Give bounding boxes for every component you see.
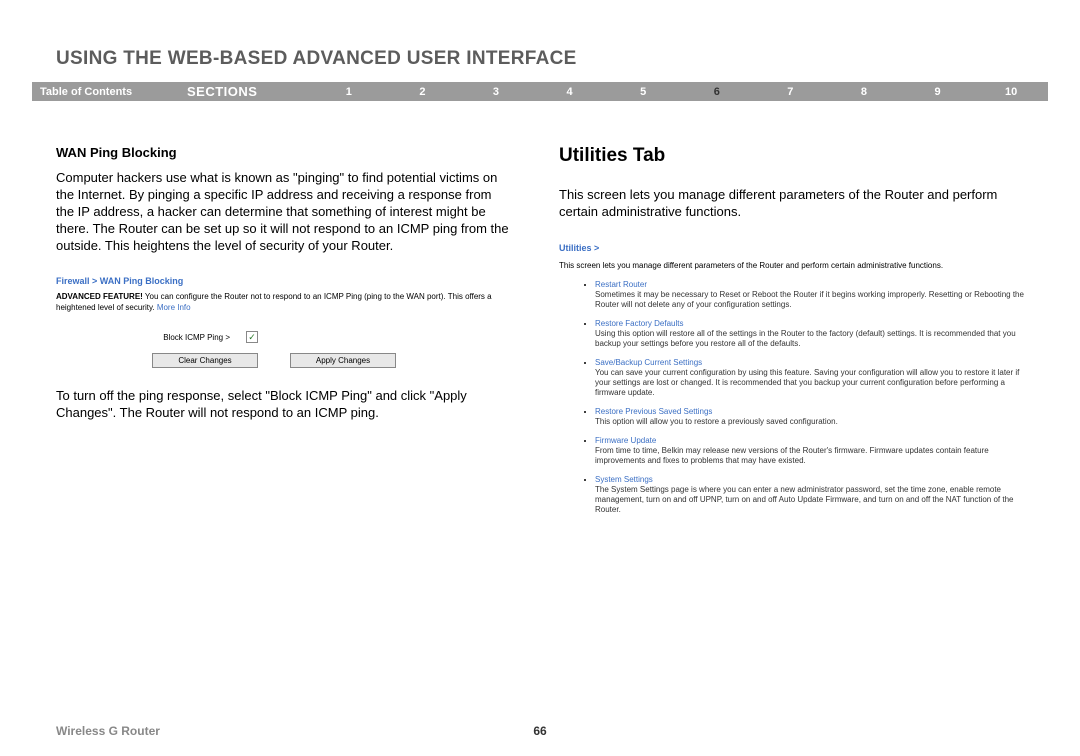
more-info-link[interactable]: More Info	[157, 303, 191, 312]
util-restore-previous[interactable]: Restore Previous Saved Settings	[595, 407, 1024, 417]
utilities-intro: This screen lets you manage different pa…	[559, 187, 1024, 221]
block-icmp-label: Block ICMP Ping >	[56, 333, 246, 342]
utilities-screenshot-intro: This screen lets you manage different pa…	[559, 261, 1024, 270]
firewall-screenshot: Firewall > WAN Ping Blocking ADVANCED FE…	[56, 276, 511, 368]
page-footer: Wireless G Router 66	[0, 724, 1080, 738]
list-item: System SettingsThe System Settings page …	[595, 475, 1024, 515]
section-2[interactable]: 2	[386, 86, 460, 98]
section-8[interactable]: 8	[827, 86, 901, 98]
breadcrumb: Firewall > WAN Ping Blocking	[56, 276, 511, 286]
utilities-heading: Utilities Tab	[559, 145, 1024, 167]
list-item: Firmware UpdateFrom time to time, Belkin…	[595, 436, 1024, 466]
wan-ping-paragraph-1: Computer hackers use what is known as "p…	[56, 170, 511, 254]
sections-label: SECTIONS	[187, 84, 312, 99]
block-icmp-checkbox[interactable]: ✓	[246, 331, 258, 343]
left-column: WAN Ping Blocking Computer hackers use w…	[56, 145, 511, 524]
section-6[interactable]: 6	[680, 86, 754, 98]
section-7[interactable]: 7	[754, 86, 828, 98]
section-5[interactable]: 5	[606, 86, 680, 98]
util-save-backup[interactable]: Save/Backup Current Settings	[595, 358, 1024, 368]
toc-link[interactable]: Table of Contents	[32, 86, 187, 98]
wan-ping-paragraph-2: To turn off the ping response, select "B…	[56, 388, 511, 422]
product-name: Wireless G Router	[56, 724, 160, 738]
utilities-screenshot: Utilities > This screen lets you manage …	[559, 243, 1024, 515]
util-firmware-update[interactable]: Firmware Update	[595, 436, 1024, 446]
wan-ping-heading: WAN Ping Blocking	[56, 145, 511, 160]
apply-changes-button[interactable]: Apply Changes	[290, 353, 396, 368]
util-restore-defaults[interactable]: Restore Factory Defaults	[595, 319, 1024, 329]
util-restart-router[interactable]: Restart Router	[595, 280, 1024, 290]
right-column: Utilities Tab This screen lets you manag…	[559, 145, 1024, 524]
util-system-settings[interactable]: System Settings	[595, 475, 1024, 485]
section-4[interactable]: 4	[533, 86, 607, 98]
section-10[interactable]: 10	[974, 86, 1048, 98]
page-number: 66	[533, 724, 546, 738]
utilities-list: Restart RouterSometimes it may be necess…	[559, 280, 1024, 515]
list-item: Restore Factory DefaultsUsing this optio…	[595, 319, 1024, 349]
advanced-feature-text: ADVANCED FEATURE! You can configure the …	[56, 292, 511, 313]
list-item: Restore Previous Saved SettingsThis opti…	[595, 407, 1024, 427]
clear-changes-button[interactable]: Clear Changes	[152, 353, 258, 368]
section-nav: Table of Contents SECTIONS 1 2 3 4 5 6 7…	[32, 82, 1048, 101]
list-item: Restart RouterSometimes it may be necess…	[595, 280, 1024, 310]
list-item: Save/Backup Current SettingsYou can save…	[595, 358, 1024, 398]
section-1[interactable]: 1	[312, 86, 386, 98]
section-3[interactable]: 3	[459, 86, 533, 98]
section-9[interactable]: 9	[901, 86, 975, 98]
page-title: USING THE WEB-BASED ADVANCED USER INTERF…	[0, 0, 1080, 70]
utilities-breadcrumb: Utilities >	[559, 243, 1024, 253]
